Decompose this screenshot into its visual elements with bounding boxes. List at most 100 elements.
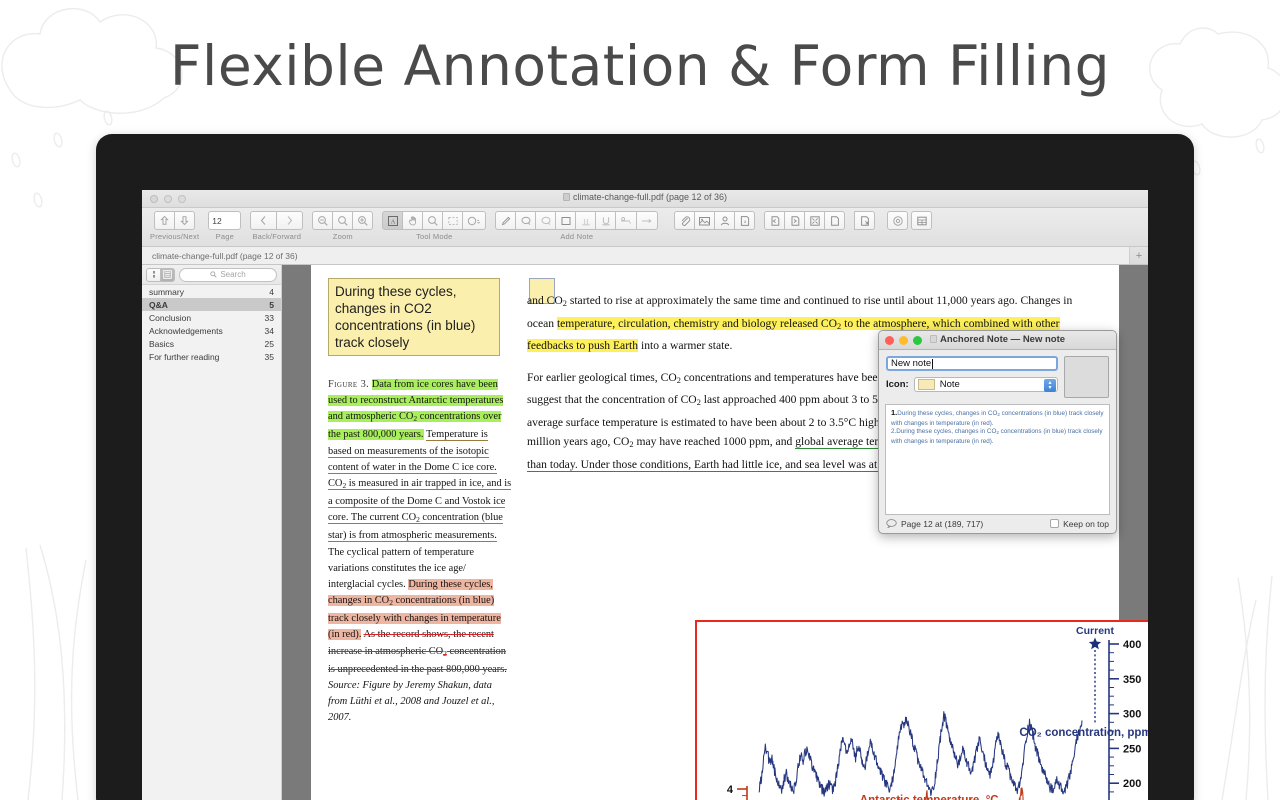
outline-item-summary[interactable]: summary 4 <box>142 285 281 298</box>
svg-text:4: 4 <box>727 784 734 796</box>
toolbar-group-label: Tool Mode <box>416 232 453 241</box>
svg-text:a: a <box>744 220 747 225</box>
outline-item-further-reading[interactable]: For further reading 35 <box>142 350 281 363</box>
outline-item-page: 34 <box>264 325 274 336</box>
note-icon-select[interactable]: Note ▴ ▾ <box>913 377 1058 392</box>
outline-item-page: 35 <box>264 351 274 362</box>
add-circle-note-button[interactable] <box>535 211 557 230</box>
note-icon-value: Note <box>939 379 960 390</box>
outline-item-conclusion[interactable]: Conclusion 33 <box>142 311 281 324</box>
window-title-text: climate-change-full.pdf (page 12 of 36) <box>572 192 728 202</box>
note-window-title-bar[interactable]: Anchored Note — New note <box>879 331 1116 350</box>
shape-tool-button[interactable] <box>462 211 487 230</box>
thumbnails-view-button[interactable] <box>146 267 161 282</box>
figure-number-label: Figure 3. <box>328 379 370 390</box>
toolbar-group-label: Back/Forward <box>252 232 302 241</box>
toolbar-group-label: Page <box>215 232 234 241</box>
next-page-button[interactable] <box>174 211 196 230</box>
add-strikeout-button[interactable] <box>615 211 638 230</box>
toolbar-group-label: Zoom <box>332 232 353 241</box>
forward-button[interactable] <box>276 211 304 230</box>
toolbar-group-back-forward: Back/Forward <box>250 211 304 241</box>
sidebar-view-toggle[interactable] <box>146 267 175 282</box>
outline-item-acknowledgements[interactable]: Acknowledgements 34 <box>142 324 281 337</box>
outline-item-page: 4 <box>269 286 274 297</box>
chevron-updown-icon[interactable]: ▴ ▾ <box>1044 379 1056 392</box>
note-file-icon <box>929 335 937 343</box>
outline-item-label: Basics <box>149 338 175 349</box>
svg-text:400: 400 <box>1123 639 1141 651</box>
note-body-text[interactable]: 1.During these cycles, changes in CO2 co… <box>885 404 1110 515</box>
rotate-right-button[interactable] <box>784 211 806 230</box>
inspector-button[interactable] <box>887 211 909 230</box>
tab-document[interactable]: climate-change-full.pdf (page 12 of 36) <box>142 247 1130 264</box>
back-button[interactable] <box>250 211 278 230</box>
attach-file-button[interactable] <box>674 211 696 230</box>
zoom-out-button[interactable] <box>312 211 334 230</box>
outline-item-basics[interactable]: Basics 25 <box>142 337 281 350</box>
keep-on-top-checkbox[interactable] <box>1050 519 1060 528</box>
freetext-annotation[interactable]: During these cycles, changes in CO2 conc… <box>328 278 500 356</box>
note-title-value: New note <box>891 358 932 369</box>
magnify-tool-button[interactable] <box>422 211 444 230</box>
svg-text:250: 250 <box>1123 743 1141 755</box>
co2-series-line <box>758 711 1083 797</box>
add-freehand-note-button[interactable] <box>495 211 517 230</box>
presentation-button[interactable] <box>911 211 933 230</box>
add-highlight-button[interactable]: H <box>575 211 597 230</box>
text-tool-button[interactable]: A <box>382 211 404 230</box>
svg-text:200: 200 <box>1123 778 1141 790</box>
hand-tool-button[interactable] <box>402 211 424 230</box>
note-status-text: Page 12 at (189, 717) <box>901 518 984 529</box>
add-highlight-note-button[interactable] <box>515 211 537 230</box>
previous-page-button[interactable] <box>154 211 176 230</box>
toolbar-group-inspector <box>884 211 933 241</box>
zoom-in-button[interactable] <box>352 211 374 230</box>
main-toolbar: Previous/Next 12 Page Back/Forward Zoom … <box>142 208 1148 247</box>
add-stamp-button[interactable]: a <box>734 211 756 230</box>
add-underline-button[interactable] <box>595 211 617 230</box>
rotate-left-button[interactable] <box>764 211 786 230</box>
outline-view-button[interactable] <box>160 267 175 282</box>
note-title-input[interactable]: New note <box>886 356 1058 371</box>
note-body-line-1: 1.During these cycles, changes in CO2 co… <box>891 408 1104 427</box>
figure-caption-column: Figure 3. Data from ice cores have been … <box>328 377 512 727</box>
svg-text:300: 300 <box>1123 709 1141 721</box>
insert-image-button[interactable] <box>694 211 716 230</box>
current-co2-marker <box>1088 637 1102 724</box>
keep-on-top-control[interactable]: Keep on top <box>1050 519 1109 529</box>
export-page-button[interactable] <box>854 211 876 230</box>
climate-chart: 150200250300350400 -12-8-404 800,000600,… <box>727 625 1148 800</box>
text-caret <box>932 358 934 369</box>
tab-label: climate-change-full.pdf (page 12 of 36) <box>152 250 298 261</box>
add-signature-button[interactable] <box>714 211 736 230</box>
search-icon <box>210 271 217 278</box>
select-tool-button[interactable] <box>442 211 464 230</box>
note-preview-box <box>1064 356 1109 398</box>
toolbar-group-label: Previous/Next <box>150 232 200 241</box>
toolbar-group-tool-mode: A Tool Mode <box>382 211 487 241</box>
note-window-title: Anchored Note — New note <box>879 334 1116 345</box>
app-window: climate-change-full.pdf (page 12 of 36) … <box>142 190 1148 800</box>
crop-icon-button[interactable] <box>804 211 826 230</box>
caption-source-text: Source: Figure by Jeremy Shakun, data fr… <box>328 679 495 724</box>
new-tab-button[interactable]: + <box>1130 247 1148 264</box>
page-number-input[interactable]: 12 <box>208 211 242 230</box>
note-window-footer: Page 12 at (189, 717) Keep on top <box>879 515 1116 532</box>
tab-bar: climate-change-full.pdf (page 12 of 36) … <box>142 247 1148 265</box>
caption-underlined-text: Temperature is based on measurements of … <box>328 429 512 543</box>
toolbar-group-zoom: Zoom <box>312 211 374 241</box>
zoom-actual-size-button[interactable] <box>332 211 354 230</box>
insert-page-button[interactable] <box>824 211 846 230</box>
add-square-note-button[interactable] <box>555 211 577 230</box>
search-input[interactable]: Search <box>179 267 277 282</box>
outline-item-label: summary <box>149 286 184 297</box>
note-color-swatch <box>917 379 935 390</box>
toolbar-group-label: Add Note <box>560 232 594 241</box>
current-annotation-label: Current <box>1076 625 1114 637</box>
anchored-note-window[interactable]: Anchored Note — New note New note Icon: … <box>878 330 1117 534</box>
window-title: climate-change-full.pdf (page 12 of 36) <box>142 192 1148 202</box>
page-title: Flexible Annotation & Form Filling <box>169 34 1111 98</box>
add-line-button[interactable] <box>636 211 659 230</box>
outline-item-qa[interactable]: Q&A 5 <box>142 298 281 311</box>
